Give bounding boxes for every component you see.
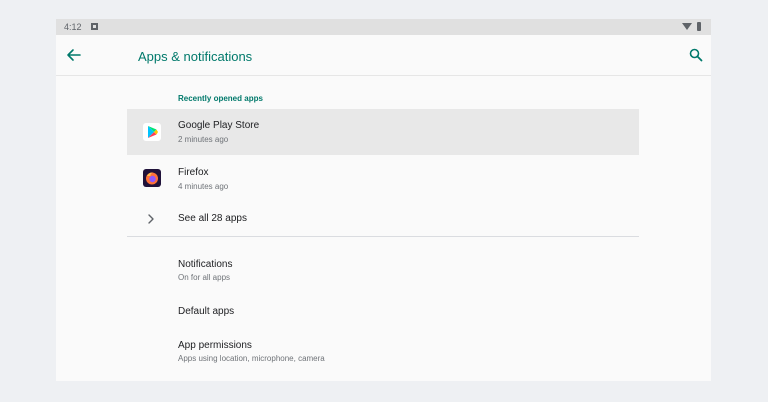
search-icon[interactable] bbox=[686, 45, 706, 65]
app-bar: Apps & notifications bbox=[56, 35, 711, 76]
see-all-apps-label: See all 28 apps bbox=[178, 213, 247, 224]
pref-app-permissions[interactable]: App permissions Apps using location, mic… bbox=[178, 340, 325, 363]
chevron-right-icon bbox=[145, 212, 157, 224]
app-name: Google Play Store bbox=[178, 120, 260, 131]
app-last-used: 2 minutes ago bbox=[178, 135, 229, 144]
settings-screen: 4:12 Apps & notifications Recently opene… bbox=[56, 19, 711, 381]
pref-title: Notifications bbox=[178, 259, 233, 270]
pref-title: App permissions bbox=[178, 340, 252, 351]
pref-title: Default apps bbox=[178, 306, 235, 317]
wifi-icon bbox=[682, 23, 692, 30]
pref-default-apps[interactable]: Default apps bbox=[178, 306, 234, 317]
recent-app-item-google-play[interactable]: Google Play Store 2 minutes ago bbox=[127, 109, 639, 155]
arrow-back-icon[interactable] bbox=[64, 45, 84, 65]
recent-app-item-firefox[interactable]: Firefox 4 minutes ago bbox=[127, 155, 639, 201]
page-title: Apps & notifications bbox=[138, 49, 253, 64]
status-time: 4:12 bbox=[64, 22, 82, 32]
recent-apps-header: Recently opened apps bbox=[178, 94, 263, 103]
android-notification-icon bbox=[91, 23, 98, 30]
pref-subtitle: Apps using location, microphone, camera bbox=[178, 354, 325, 363]
battery-icon bbox=[697, 22, 701, 31]
firefox-icon bbox=[143, 169, 161, 187]
pref-notifications[interactable]: Notifications On for all apps bbox=[178, 259, 232, 282]
google-play-icon bbox=[143, 123, 161, 141]
status-bar: 4:12 bbox=[56, 19, 711, 35]
pref-subtitle: On for all apps bbox=[178, 273, 231, 282]
app-last-used: 4 minutes ago bbox=[178, 182, 229, 191]
see-all-apps-item[interactable]: See all 28 apps bbox=[127, 203, 639, 235]
app-name: Firefox bbox=[178, 167, 209, 178]
section-divider bbox=[127, 236, 639, 237]
